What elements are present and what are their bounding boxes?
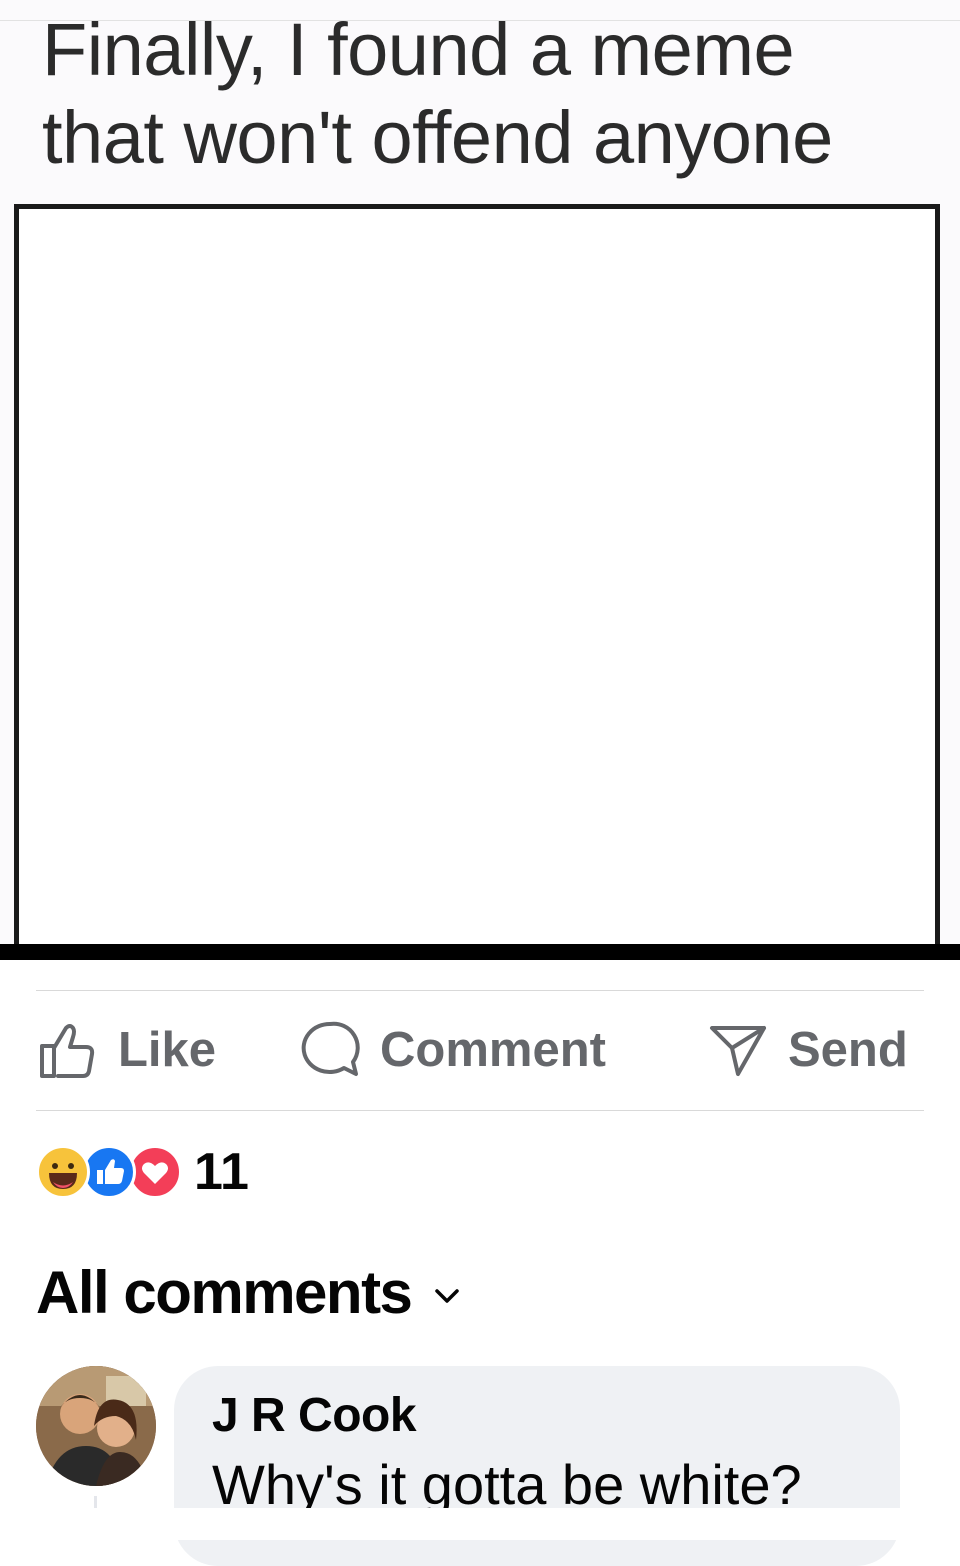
comment-author[interactable]: J R Cook [212, 1388, 417, 1443]
send-label: Send [788, 1023, 908, 1077]
reactions-summary[interactable]: 11 [36, 1143, 249, 1201]
divider-bottom [36, 1110, 924, 1111]
like-label: Like [118, 1023, 217, 1077]
send-icon [710, 1026, 766, 1076]
thumbs-up-icon [40, 1024, 95, 1078]
chevron-down-icon [435, 1288, 460, 1303]
meme-blank-box [14, 204, 940, 952]
love-reaction-icon [128, 1145, 182, 1199]
like-button[interactable]: Like [38, 1022, 216, 1078]
viewport-bottom-edge [0, 1508, 960, 1540]
meme-image[interactable]: Finally, I found a meme that won't offen… [0, 0, 960, 960]
send-button[interactable]: Send [708, 1022, 908, 1078]
comment-label: Comment [380, 1023, 606, 1077]
comments-filter-dropdown[interactable]: All comments [36, 1258, 461, 1327]
reaction-count: 11 [194, 1143, 249, 1201]
comment-button[interactable]: Comment [300, 1021, 606, 1078]
profile-photo-icon [36, 1366, 156, 1486]
haha-reaction-icon [36, 1145, 90, 1199]
comments-filter-label: All comments [36, 1259, 413, 1326]
divider-top [36, 990, 924, 991]
like-reaction-icon [82, 1145, 136, 1199]
meme-caption-line-1: Finally, I found a meme [42, 8, 795, 91]
image-bottom-border [0, 944, 960, 960]
post-action-bar: Like Comment Send [36, 1000, 924, 1100]
meme-caption: Finally, I found a meme that won't offen… [42, 6, 942, 182]
avatar[interactable] [36, 1366, 156, 1486]
meme-caption-line-2: that won't offend anyone [42, 96, 833, 179]
comment-bubble-icon [301, 1021, 360, 1076]
